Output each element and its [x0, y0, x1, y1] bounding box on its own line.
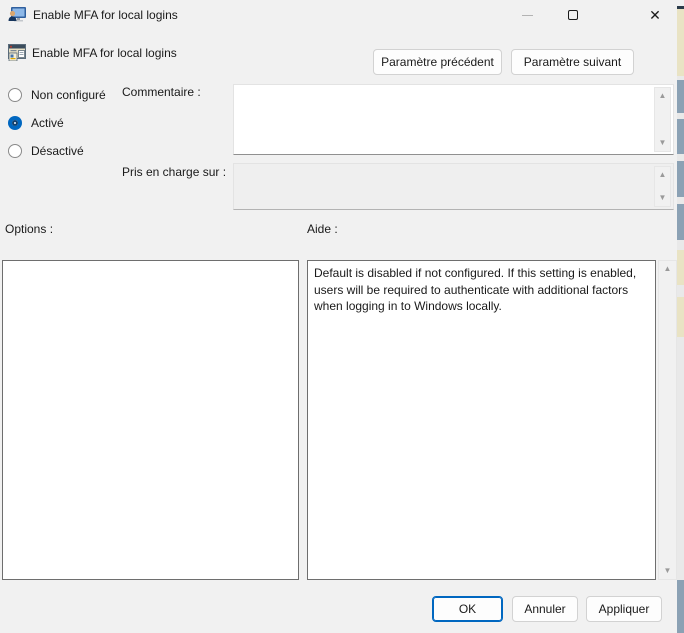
radio-circle-icon — [8, 116, 22, 130]
policy-setting-icon — [8, 44, 26, 61]
radio-circle-icon — [8, 144, 22, 158]
options-panel — [2, 260, 299, 580]
window-title: Enable MFA for local logins — [33, 8, 178, 22]
close-icon: ✕ — [649, 6, 661, 23]
radio-disabled[interactable]: Désactivé — [8, 144, 84, 158]
scroll-up-icon[interactable]: ▲ — [655, 89, 670, 103]
background-window-edge — [677, 0, 684, 633]
radio-label: Non configuré — [31, 88, 106, 102]
help-label: Aide : — [307, 222, 338, 236]
help-scrollbar[interactable]: ▲ ▼ — [658, 260, 677, 580]
scroll-up-icon[interactable]: ▲ — [655, 168, 670, 182]
scroll-up-icon[interactable]: ▲ — [659, 262, 676, 276]
minimize-icon — [521, 14, 533, 16]
ok-button[interactable]: OK — [432, 596, 503, 622]
minimize-button[interactable] — [504, 0, 550, 30]
close-button[interactable]: ✕ — [632, 0, 678, 30]
maximize-icon — [568, 10, 578, 20]
supported-on-scrollbar[interactable]: ▲ ▼ — [654, 166, 671, 207]
radio-not-configured[interactable]: Non configuré — [8, 88, 106, 102]
supported-on-label: Pris en charge sur : — [122, 165, 227, 179]
radio-label: Désactivé — [31, 144, 84, 158]
supported-on-textarea: ▲ ▼ — [233, 163, 674, 210]
previous-setting-button[interactable]: Paramètre précédent — [373, 49, 502, 75]
comment-textarea[interactable]: ▲ ▼ — [233, 84, 674, 155]
help-text: Default is disabled if not configured. I… — [314, 266, 637, 314]
radio-enabled[interactable]: Activé — [8, 116, 64, 130]
apply-button[interactable]: Appliquer — [586, 596, 662, 622]
next-setting-button[interactable]: Paramètre suivant — [511, 49, 634, 75]
scroll-down-icon[interactable]: ▼ — [655, 136, 670, 150]
setting-name: Enable MFA for local logins — [32, 45, 177, 60]
comment-scrollbar[interactable]: ▲ ▼ — [654, 87, 671, 152]
policy-setting-dialog: Enable MFA for local logins ✕ Enable MFA… — [0, 0, 684, 633]
scroll-down-icon[interactable]: ▼ — [659, 564, 676, 578]
help-panel[interactable]: Default is disabled if not configured. I… — [307, 260, 656, 580]
comment-label: Commentaire : — [122, 85, 201, 99]
radio-label: Activé — [31, 116, 64, 130]
radio-circle-icon — [8, 88, 22, 102]
options-label: Options : — [5, 222, 54, 236]
cancel-button[interactable]: Annuler — [512, 596, 578, 622]
group-policy-user-icon — [8, 7, 26, 22]
scroll-down-icon[interactable]: ▼ — [655, 191, 670, 205]
maximize-button[interactable] — [550, 0, 596, 30]
